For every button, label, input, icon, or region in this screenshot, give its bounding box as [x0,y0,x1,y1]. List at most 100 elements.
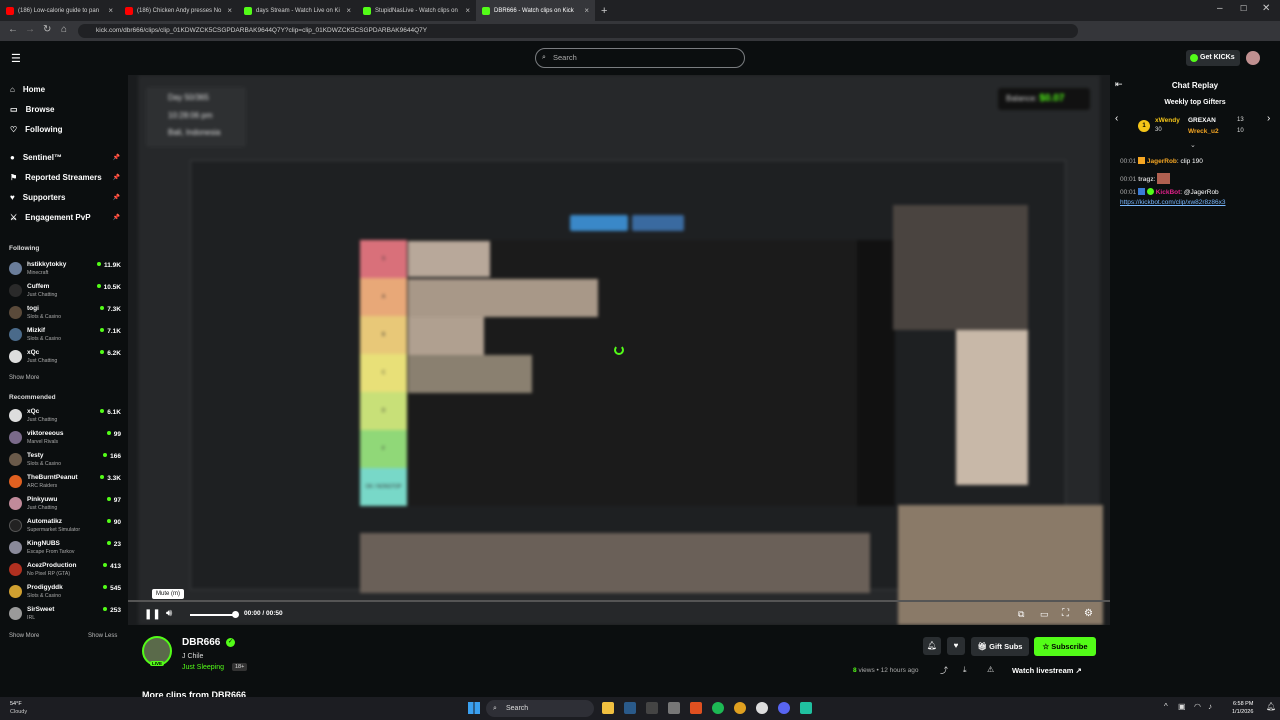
home-icon[interactable]: ⌂ [61,24,67,35]
supporters-icon: ♥ [10,193,15,202]
pip-icon[interactable]: ⧉ [1018,609,1024,620]
channel-item[interactable]: AcezProduction No Pixel RP (GTA) 413 [9,561,121,581]
settings-icon[interactable]: ⚙ [1084,608,1093,619]
reload-icon[interactable]: ↻ [43,24,51,35]
url-field[interactable]: kick.com/dbr666/clips/clip_01KDWZCK5CSGP… [78,24,1078,38]
show-more-link[interactable]: Show More [9,633,39,639]
gifter[interactable]: GREXAN [1188,117,1216,124]
windows-start-icon[interactable] [468,702,480,714]
pin-icon[interactable]: 📌 [113,154,120,161]
back-icon[interactable]: ← [8,24,18,35]
forward-icon[interactable]: → [25,24,35,35]
gift-subs-button[interactable]: 🎁︎ Gift Subs [971,637,1029,656]
tray-chevron-icon[interactable]: ^ [1164,702,1168,711]
pin-icon[interactable]: 📌 [113,194,120,201]
progress-track[interactable] [128,600,1110,602]
subscribe-button[interactable]: ☆ Subscribe [1034,637,1096,656]
sidebar-item-sentinel[interactable]: ● Sentinel™ 📌 [10,153,120,162]
volume-button[interactable]: 🔊︎ [166,608,172,619]
channel-item[interactable]: xQc Just Chatting 6.1K [9,407,121,427]
channel-item[interactable]: xQc Just Chatting 6.2K [9,348,121,368]
sidebar-item-browse[interactable]: ▭ Browse [10,105,120,114]
sidebar-item-following[interactable]: ♡ Following [10,125,120,134]
share-icon[interactable]: ⤴ [940,665,948,676]
gifter[interactable]: Wreck_u2 [1188,128,1219,135]
channel-item[interactable]: togi Slots & Casino 7.3K [9,304,121,324]
discord-icon[interactable] [778,702,790,714]
brave-icon[interactable] [690,702,702,714]
channel-item[interactable]: Prodigyddk Slots & Casino 545 [9,583,121,603]
channel-item[interactable]: Pinkyuwu Just Chatting 97 [9,495,121,515]
app-icon[interactable] [800,702,812,714]
sidebar-item-reported-streamers[interactable]: ⚑ Reported Streamers 📌 [10,173,120,182]
browser-tab[interactable]: (186) Low-calorie guide to pan × [0,0,119,21]
close-tab-icon[interactable]: × [346,6,351,15]
show-more-link[interactable]: Show More [9,375,39,381]
theater-mode-icon[interactable]: ▭ [1040,609,1049,620]
close-tab-icon[interactable]: × [584,6,589,15]
get-kicks-button[interactable]: Get KICKs [1186,50,1240,66]
sidebar-item-engagement-pvp[interactable]: ⚔ Engagement PvP 📌 [10,213,120,222]
download-icon[interactable]: ⤓ [963,665,967,675]
pause-button[interactable]: ❚❚ [144,609,161,620]
channel-item[interactable]: Mizkif Slots & Casino 7.1K [9,326,121,346]
notification-bell-icon[interactable]: 🔔︎ [923,637,941,655]
user-avatar[interactable] [1246,51,1260,65]
browser-tab[interactable]: days Stream - Watch Live on Ki × [238,0,357,21]
close-tab-icon[interactable]: × [108,6,113,15]
expand-icon[interactable]: ⌄ [1190,141,1196,149]
show-less-link[interactable]: Show Less [88,633,117,639]
pin-icon[interactable]: 📌 [113,174,120,181]
hamburger-menu-icon[interactable]: ☰ [11,52,21,65]
search-input[interactable]: ⌕ Search [535,48,745,68]
channel-item[interactable]: SirSweet IRL 253 [9,605,121,625]
video-player[interactable]: Day 50/365 10:28:06 pm Bali, Indonesia B… [128,75,1110,625]
channel-item[interactable]: hstikkytokky Minecraft 11.9K [9,260,121,280]
fullscreen-icon[interactable]: ⛶ [1062,608,1069,619]
volume-knob[interactable] [232,611,239,618]
channel-item[interactable]: Testy Slots & Casino 166 [9,451,121,471]
chrome-icon[interactable] [734,702,746,714]
volume-icon[interactable]: ♪ [1208,702,1212,711]
sidebar-item-home[interactable]: ⌂ Home [10,85,120,94]
channel-item[interactable]: KingNUBS Escape From Tarkov 23 [9,539,121,559]
sidebar-item-supporters[interactable]: ♥ Supporters 📌 [10,193,120,202]
close-tab-icon[interactable]: × [227,6,232,15]
steam-icon[interactable] [624,702,636,714]
weather-widget[interactable]: 54°F Cloudy [10,700,27,716]
spotify-icon[interactable] [712,702,724,714]
close-tab-icon[interactable]: × [465,6,470,15]
app-icon[interactable] [756,702,768,714]
category-link[interactable]: Just Sleeping [182,664,224,671]
report-icon[interactable]: ⚠ [987,665,994,674]
tier-label: D [360,392,407,430]
app-icon[interactable] [646,702,658,714]
gifter[interactable]: xWendy [1155,117,1180,124]
channel-item[interactable]: Cuffem Just Chatting 10.5K [9,282,121,302]
taskbar-search[interactable]: ⌕ Search [486,700,594,717]
gifters-prev-icon[interactable]: ‹ [1115,113,1118,124]
watch-livestream-link[interactable]: Watch livestream ↗ [1012,666,1082,675]
gifters-next-icon[interactable]: › [1267,113,1270,124]
notification-icon[interactable]: 🔔︎ [1266,702,1276,711]
channel-item[interactable]: TheBurntPeanut ARC Raiders 3.3K [9,473,121,493]
browser-tab[interactable]: StupidNasLive - Watch clips on × [357,0,476,21]
browser-tab[interactable]: (186) Chicken Andy presses No × [119,0,238,21]
wifi-icon[interactable]: ◠ [1194,702,1201,711]
volume-slider[interactable] [190,614,236,616]
browser-tab-active[interactable]: DBR666 - Watch clips on Kick × [476,0,595,21]
file-explorer-icon[interactable] [602,702,614,714]
follow-heart-icon[interactable]: ♥ [947,637,965,655]
settings-icon[interactable] [668,702,680,714]
new-tab-icon[interactable]: + [601,5,607,17]
window-minimize-icon[interactable]: – [1217,3,1223,14]
channel-name[interactable]: DBR666 [182,637,220,648]
window-close-icon[interactable]: ✕ [1262,3,1270,14]
channel-item[interactable]: viktoreeous Marvel Rivals 99 [9,429,121,449]
network-icon[interactable]: ▣ [1178,702,1186,711]
channel-item[interactable]: Automatikz Supermarket Simulator 90 [9,517,121,537]
chat-link[interactable]: https://kickbot.com/clip/xw82r8z86x3 [1120,199,1226,206]
pin-icon[interactable]: 📌 [113,214,120,221]
window-maximize-icon[interactable]: ☐ [1240,4,1247,13]
clock[interactable]: 6:58 PM 1/1/2026 [1232,700,1253,716]
